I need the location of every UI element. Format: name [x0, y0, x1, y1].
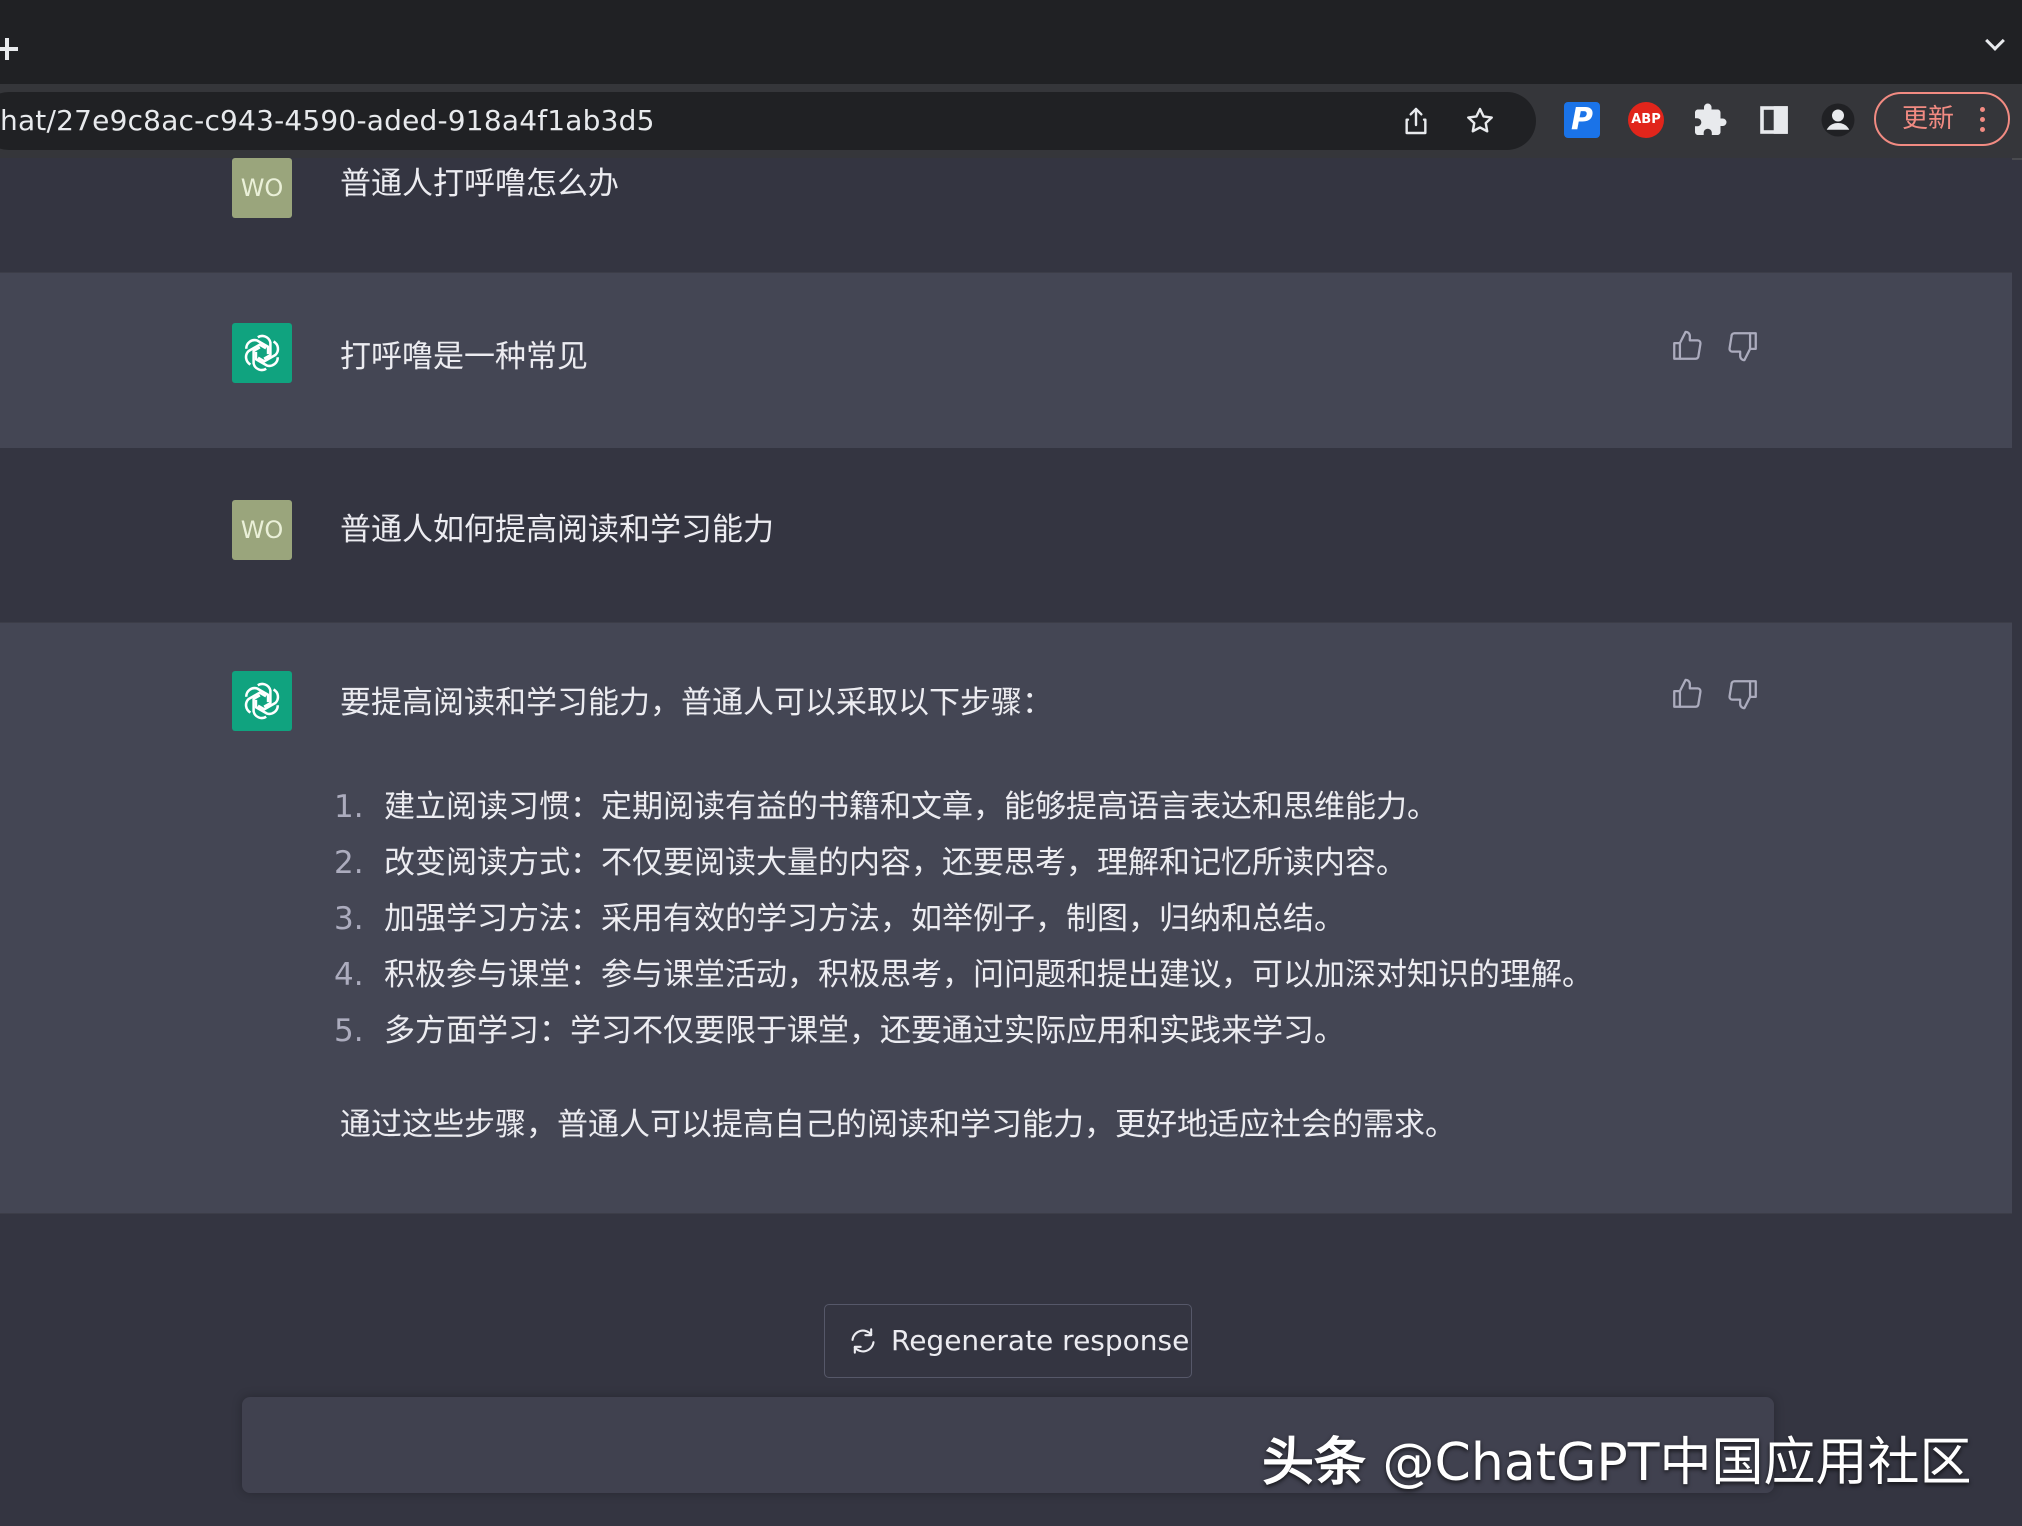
assistant-message: 打呼噜是一种常见: [0, 272, 2012, 450]
refresh-icon: [849, 1327, 877, 1355]
chatgpt-logo-icon: [232, 323, 292, 383]
steps-list: 1. 建立阅读习惯：定期阅读有益的书籍和文章，能够提高语言表达和思维能力。 2. 改…: [334, 779, 1593, 1059]
browser-toolbar: hat/27e9c8ac-c943-4590-aded-918a4f1ab3d5…: [0, 84, 2022, 160]
regenerate-response-button[interactable]: Regenerate response: [824, 1304, 1192, 1378]
list-item: 3. 加强学习方法：采用有效的学习方法，如举例子，制图，归纳和总结。: [334, 891, 1593, 947]
thumbs-up-icon[interactable]: [1670, 677, 1704, 711]
list-item: 5. 多方面学习：学习不仅要限于课堂，还要通过实际应用和实践来学习。: [334, 1003, 1593, 1059]
list-item: 2. 改变阅读方式：不仅要阅读大量的内容，还要思考，理解和记忆所读内容。: [334, 835, 1593, 891]
user-avatar: WO: [232, 158, 292, 218]
user-message-text: 普通人打呼噜怎么办: [340, 166, 619, 202]
extensions-puzzle-icon[interactable]: [1692, 102, 1728, 138]
regenerate-label: Regenerate response: [891, 1324, 1190, 1357]
list-item: 4. 积极参与课堂：参与课堂活动，积极思考，问问题和提出建议，可以加深对知识的理解…: [334, 947, 1593, 1003]
profile-avatar-icon[interactable]: [1820, 102, 1856, 138]
thumbs-down-icon[interactable]: [1726, 329, 1760, 363]
user-message-text: 普通人如何提高阅读和学习能力: [340, 512, 774, 548]
side-panel-icon[interactable]: [1756, 102, 1792, 138]
tab-search-chevron-icon[interactable]: [1986, 34, 2002, 50]
user-message: WO 普通人打呼噜怎么办: [0, 158, 2012, 272]
update-label: 更新: [1902, 104, 1955, 134]
assistant-intro-text: 要提高阅读和学习能力，普通人可以采取以下步骤：: [340, 685, 1053, 721]
address-url[interactable]: hat/27e9c8ac-c943-4590-aded-918a4f1ab3d5: [0, 92, 655, 150]
list-number: 5.: [334, 1013, 364, 1049]
bookmark-star-icon[interactable]: [1464, 105, 1496, 137]
share-icon[interactable]: [1400, 105, 1432, 137]
assistant-message: 要提高阅读和学习能力，普通人可以采取以下步骤： 1. 建立阅读习惯：定期阅读有益的…: [0, 622, 2012, 1214]
list-item-text: 建立阅读习惯：定期阅读有益的书籍和文章，能够提高语言表达和思维能力。: [384, 789, 1438, 825]
more-menu-icon[interactable]: [1980, 107, 1986, 133]
adblock-plus-icon[interactable]: ABP: [1628, 102, 1664, 138]
watermark: 头条 @ChatGPT中国应用社区: [1262, 1420, 1971, 1495]
list-item-text: 积极参与课堂：参与课堂活动，积极思考，问问题和提出建议，可以加深对知识的理解。: [384, 957, 1593, 993]
list-number: 4.: [334, 957, 364, 993]
new-tab-icon[interactable]: [0, 24, 26, 74]
list-number: 3.: [334, 901, 364, 937]
list-item-text: 改变阅读方式：不仅要阅读大量的内容，还要思考，理解和记忆所读内容。: [384, 845, 1407, 881]
user-avatar: WO: [232, 500, 292, 560]
list-item-text: 多方面学习：学习不仅要限于课堂，还要通过实际应用和实践来学习。: [384, 1013, 1345, 1049]
chatgpt-logo-icon: [232, 671, 292, 731]
list-item-text: 加强学习方法：采用有效的学习方法，如举例子，制图，归纳和总结。: [384, 901, 1345, 937]
assistant-conclusion-text: 通过这些步骤，普通人可以提高自己的阅读和学习能力，更好地适应社会的需求。: [340, 1107, 1456, 1143]
thumbs-down-icon[interactable]: [1726, 677, 1760, 711]
thumbs-up-icon[interactable]: [1670, 329, 1704, 363]
list-number: 1.: [334, 789, 364, 825]
watermark-brand: 头条: [1262, 1433, 1367, 1493]
update-button[interactable]: 更新: [1874, 92, 2010, 146]
list-item: 1. 建立阅读习惯：定期阅读有益的书籍和文章，能够提高语言表达和思维能力。: [334, 779, 1593, 835]
address-bar[interactable]: hat/27e9c8ac-c943-4590-aded-918a4f1ab3d5: [0, 92, 1536, 150]
watermark-handle: @ChatGPT中国应用社区: [1382, 1433, 1972, 1493]
p-extension-icon[interactable]: P: [1564, 102, 1600, 138]
list-number: 2.: [334, 845, 364, 881]
user-message: WO 普通人如何提高阅读和学习能力: [0, 448, 2012, 622]
tab-strip: [0, 0, 2022, 84]
assistant-message-text: 打呼噜是一种常见: [340, 339, 588, 375]
